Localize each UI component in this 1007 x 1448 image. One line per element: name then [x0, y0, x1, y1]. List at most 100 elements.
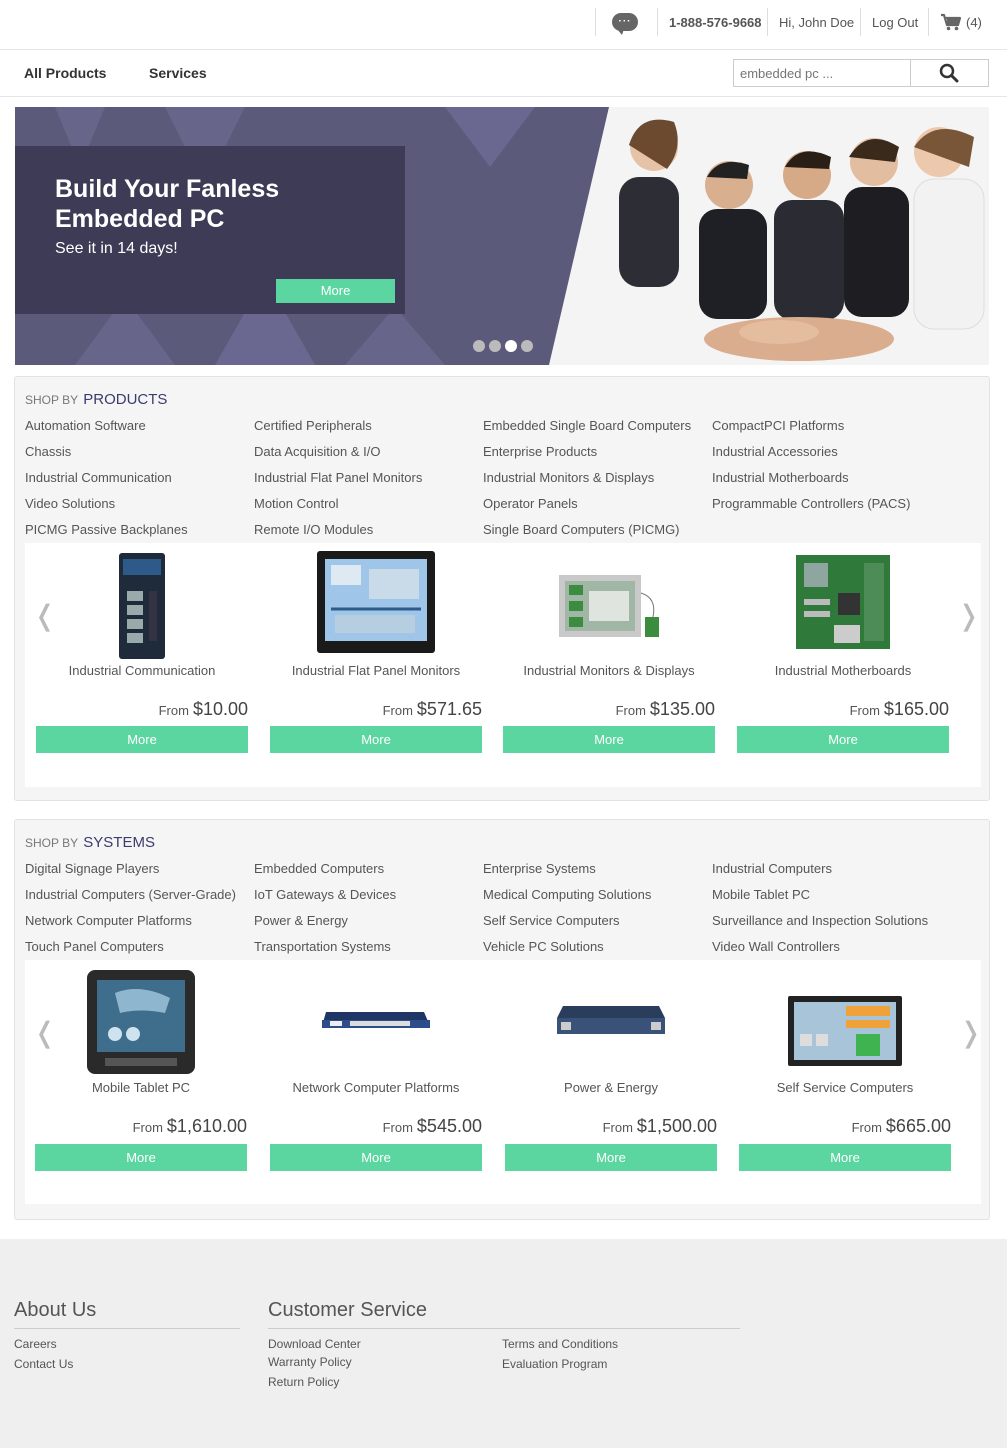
divider [657, 8, 658, 36]
cart-link[interactable]: (4) [940, 10, 982, 34]
carousel-dot-3[interactable] [505, 340, 517, 352]
user-greeting: Hi, John Doe [779, 14, 855, 30]
category-link[interactable]: PICMG Passive Backplanes [25, 521, 254, 539]
category-link[interactable]: Video Wall Controllers [712, 938, 941, 956]
carousel-dot-1[interactable] [473, 340, 485, 352]
product-more-button[interactable]: More [737, 726, 949, 753]
category-link[interactable]: Network Computer Platforms [25, 912, 254, 930]
product-more-button[interactable]: More [505, 1144, 717, 1171]
nav-services[interactable]: Services [149, 65, 207, 81]
product-image[interactable] [505, 1004, 717, 1038]
category-link[interactable]: Power & Energy [254, 912, 483, 930]
product-image[interactable] [35, 968, 247, 1076]
product-more-button[interactable]: More [36, 726, 248, 753]
category-link[interactable]: Industrial Monitors & Displays [483, 469, 712, 487]
carousel-next-arrow[interactable]: ❭ [959, 1016, 982, 1049]
category-link[interactable]: Single Board Computers (PICMG) [483, 521, 712, 539]
shop-by-products-panel: SHOP BY PRODUCTS Automation Software Cer… [14, 376, 990, 801]
carousel-next-arrow[interactable]: ❭ [957, 599, 980, 632]
category-link[interactable]: Industrial Accessories [712, 443, 941, 461]
product-image[interactable] [270, 549, 482, 655]
footer-service-heading: Customer Service [268, 1299, 427, 1321]
category-link[interactable]: Motion Control [254, 495, 483, 513]
category-link[interactable]: Chassis [25, 443, 254, 461]
product-price: From $10.00 [158, 699, 248, 719]
product-more-button[interactable]: More [270, 1144, 482, 1171]
carousel-dot-2[interactable] [489, 340, 501, 352]
chat-bubble-icon[interactable]: ··· [612, 13, 638, 35]
product-more-button[interactable]: More [35, 1144, 247, 1171]
category-link[interactable]: Surveillance and Inspection Solutions [712, 912, 941, 930]
product-image[interactable] [737, 553, 949, 651]
carousel-dot-4[interactable] [521, 340, 533, 352]
category-link[interactable]: Automation Software [25, 417, 254, 435]
product-image[interactable] [270, 1008, 482, 1032]
product-image[interactable] [36, 551, 248, 661]
category-link[interactable]: Digital Signage Players [25, 860, 254, 878]
product-price: From $1,500.00 [602, 1116, 717, 1136]
hero-title: Build Your Fanless Embedded PC [55, 175, 280, 233]
product-name[interactable]: Network Computer Platforms [270, 1080, 482, 1095]
category-link[interactable]: Embedded Computers [254, 860, 483, 878]
category-link[interactable]: Industrial Motherboards [712, 469, 941, 487]
search-input[interactable] [734, 60, 911, 86]
category-link[interactable]: Enterprise Systems [483, 860, 712, 878]
footer-link-evaluation[interactable]: Evaluation Program [502, 1357, 607, 1371]
product-image[interactable] [503, 573, 715, 643]
footer-link-download-center[interactable]: Download Center [268, 1337, 361, 1351]
category-link[interactable]: IoT Gateways & Devices [254, 886, 483, 904]
category-link[interactable]: Self Service Computers [483, 912, 712, 930]
category-link[interactable]: Touch Panel Computers [25, 938, 254, 956]
category-link[interactable]: Data Acquisition & I/O [254, 443, 483, 461]
category-link[interactable]: Certified Peripherals [254, 417, 483, 435]
systems-heading: SHOP BY SYSTEMS [25, 834, 155, 851]
hero-more-button[interactable]: More [276, 279, 395, 303]
product-price: From $571.65 [382, 699, 482, 719]
category-link[interactable]: Operator Panels [483, 495, 712, 513]
category-link[interactable]: Industrial Computers (Server-Grade) [25, 886, 254, 904]
logout-link[interactable]: Log Out [872, 10, 918, 34]
search-button[interactable] [910, 60, 988, 86]
footer-link-warranty[interactable]: Warranty Policy [268, 1355, 352, 1369]
product-name[interactable]: Mobile Tablet PC [35, 1080, 247, 1095]
cart-count: (4) [966, 14, 982, 30]
product-name[interactable]: Industrial Flat Panel Monitors [270, 663, 482, 678]
search-icon [939, 63, 959, 83]
category-link[interactable]: Transportation Systems [254, 938, 483, 956]
product-name[interactable]: Industrial Communication [36, 663, 248, 678]
team-photo [549, 107, 989, 365]
category-link[interactable]: Embedded Single Board Computers [483, 417, 712, 435]
divider [14, 1328, 240, 1329]
footer-link-return[interactable]: Return Policy [268, 1375, 339, 1389]
product-more-button[interactable]: More [739, 1144, 951, 1171]
product-name[interactable]: Industrial Monitors & Displays [503, 663, 715, 678]
footer-link-careers[interactable]: Careers [14, 1337, 57, 1351]
product-name[interactable]: Industrial Motherboards [737, 663, 949, 678]
category-link[interactable]: Vehicle PC Solutions [483, 938, 712, 956]
category-link[interactable]: Industrial Communication [25, 469, 254, 487]
main-nav: All Products Services [0, 51, 1007, 97]
category-link[interactable]: Industrial Flat Panel Monitors [254, 469, 483, 487]
category-link[interactable]: Industrial Computers [712, 860, 941, 878]
top-utility-bar: ··· 1-888-576-9668 Hi, John Doe Log Out … [0, 0, 1007, 50]
systems-carousel: ❬ ❭ Mobile Tablet PC From $1,610.00 More … [25, 960, 982, 1204]
category-link[interactable]: Mobile Tablet PC [712, 886, 941, 904]
divider [268, 1328, 740, 1329]
product-name[interactable]: Power & Energy [505, 1080, 717, 1095]
product-name[interactable]: Self Service Computers [739, 1080, 951, 1095]
search-box [733, 59, 989, 87]
product-more-button[interactable]: More [270, 726, 482, 753]
divider [595, 8, 596, 36]
category-link[interactable]: Medical Computing Solutions [483, 886, 712, 904]
product-more-button[interactable]: More [503, 726, 715, 753]
footer-link-contact[interactable]: Contact Us [14, 1357, 73, 1371]
category-link[interactable]: Video Solutions [25, 495, 254, 513]
category-link[interactable]: Programmable Controllers (PACS) [712, 495, 941, 513]
category-link[interactable]: Remote I/O Modules [254, 521, 483, 539]
nav-all-products[interactable]: All Products [24, 65, 106, 81]
category-link[interactable]: Enterprise Products [483, 443, 712, 461]
hero-subtitle: See it in 14 days! [55, 240, 178, 257]
category-link[interactable]: CompactPCI Platforms [712, 417, 941, 435]
product-image[interactable] [739, 994, 951, 1068]
footer-link-terms[interactable]: Terms and Conditions [502, 1337, 618, 1351]
